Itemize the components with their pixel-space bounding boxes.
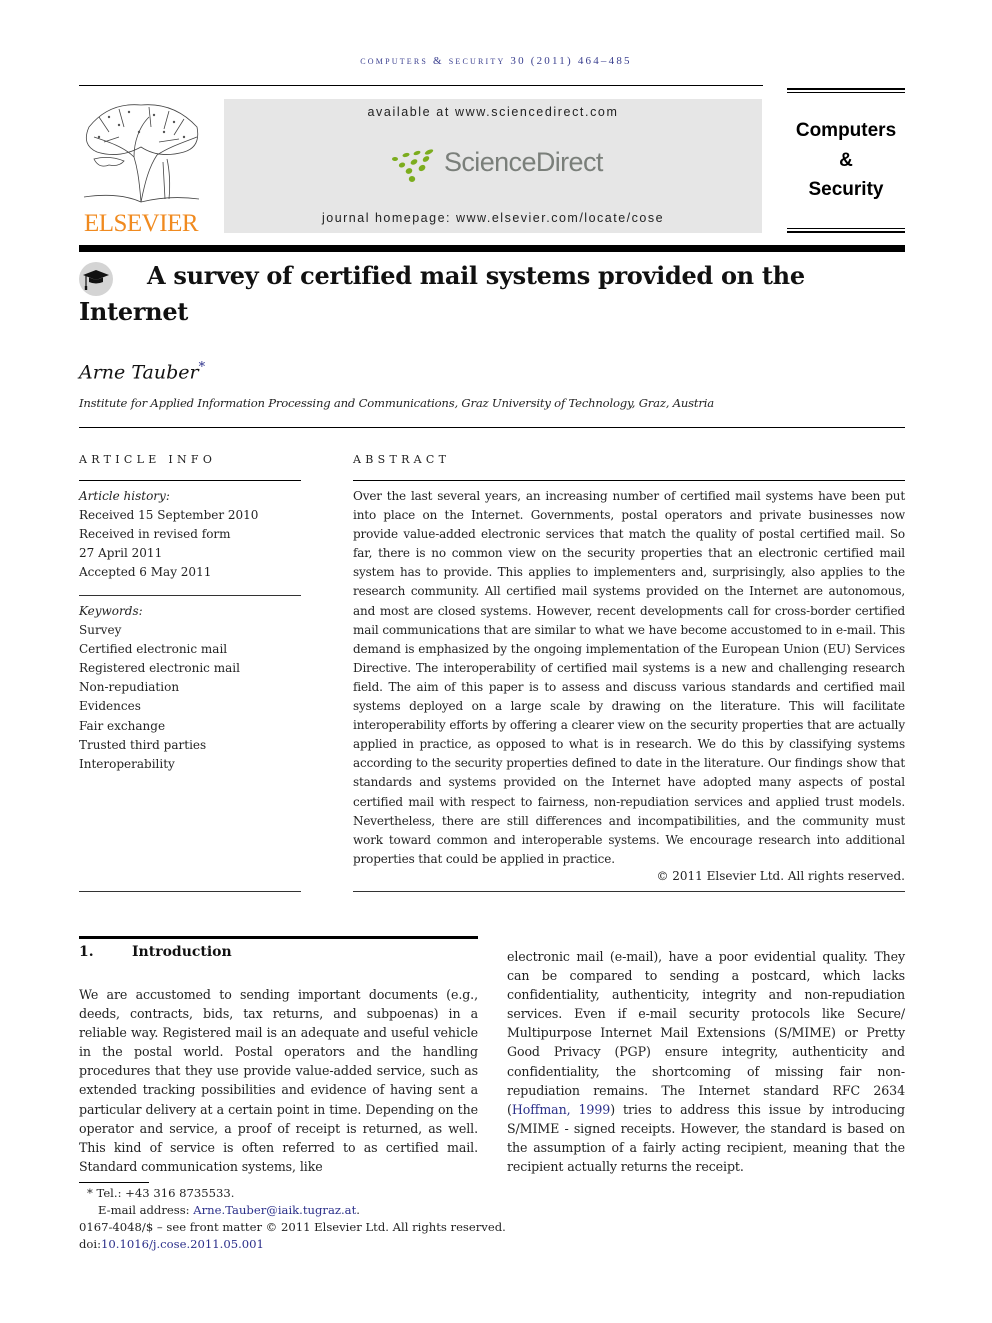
journal-name-line2: & [839, 149, 853, 171]
article-title: A survey of certified mail systems provi… [79, 258, 859, 330]
introduction-right-column: electronic mail (e-mail), have a poor ev… [507, 947, 905, 1176]
doi-label: doi: [79, 1237, 102, 1251]
keyword-item: Interoperability [79, 756, 175, 771]
article-history: Article history: Received 15 September 2… [79, 487, 301, 582]
journal-box-rule-top [787, 88, 905, 90]
article-info-heading: ARTICLE INFO [79, 453, 217, 466]
journal-box-rule-bottom [787, 231, 905, 233]
footnote-mark: * [87, 1186, 93, 1200]
sciencedirect-dots-icon [392, 149, 434, 182]
sciencedirect-logo[interactable]: ScienceDirect [390, 147, 610, 187]
introduction-left-column: We are accustomed to sending important d… [79, 987, 478, 1174]
footnotes: * Tel.: +43 316 8735533. E-mail address:… [79, 1185, 539, 1253]
sciencedirect-banner: available at www.sciencedirect.com Scien… [224, 99, 762, 233]
introduction-heading: 1. Introduction [79, 944, 232, 960]
affiliation: Institute for Applied Information Proces… [79, 396, 714, 410]
history-item: Received in revised form [79, 527, 231, 542]
journal-homepage-link[interactable]: journal homepage: www.elsevier.com/locat… [224, 211, 762, 225]
keyword-item: Certified electronic mail [79, 642, 228, 657]
introduction-rule [79, 936, 478, 939]
keywords-label: Keywords: [79, 604, 143, 618]
masthead-thick-rule [79, 245, 905, 252]
footnote-email: E-mail address: Arne.Tauber@iaik.tugraz.… [79, 1202, 539, 1219]
journal-box-rule-bottom-thin [787, 228, 905, 229]
footnote-rule [79, 1182, 149, 1183]
article-title-text: A survey of certified mail systems provi… [79, 261, 805, 326]
footnote-tel: * Tel.: +43 316 8735533. [79, 1185, 539, 1202]
abstract-text: Over the last several years, an increasi… [353, 489, 905, 866]
email-label: E-mail address: [98, 1203, 194, 1217]
keyword-item: Registered electronic mail [79, 661, 240, 676]
section-number: 1. [79, 944, 94, 960]
article-history-label: Article history: [79, 489, 170, 503]
paragraph-text: electronic mail (e-mail), have a poor ev… [507, 949, 905, 1117]
abstract-copyright: © 2011 Elsevier Ltd. All rights reserved… [656, 869, 905, 883]
article-info-rule [79, 480, 301, 481]
doi-link[interactable]: 10.1016/j.cose.2011.05.001 [101, 1237, 264, 1251]
keyword-item: Evidences [79, 699, 141, 714]
history-item: 27 April 2011 [79, 546, 163, 561]
keywords-rule [79, 595, 301, 596]
footnote-tel-text: Tel.: +43 316 8735533. [96, 1186, 235, 1200]
running-header: Computers & Security 30 (2011) 464–485 [360, 55, 632, 67]
elsevier-wordmark: ELSEVIER [83, 210, 199, 237]
doi-line: doi:10.1016/j.cose.2011.05.001 [79, 1236, 539, 1253]
keyword-item: Survey [79, 623, 122, 638]
keyword-item: Fair exchange [79, 718, 166, 733]
sciencedirect-wordmark: ScienceDirect [444, 147, 603, 177]
journal-name-line1: Computers [795, 120, 897, 141]
journal-name-line3: Security [808, 179, 884, 200]
email-link[interactable]: Arne.Tauber@iaik.tugraz.at [193, 1203, 356, 1217]
history-item: Accepted 6 May 2011 [79, 565, 212, 580]
article-info-bottom-rule [79, 891, 301, 892]
abstract-heading: ABSTRACT [353, 453, 451, 466]
citation-link[interactable]: Hoffman, 1999 [512, 1102, 610, 1117]
front-matter: 0167-4048/$ – see front matter © 2011 El… [79, 1220, 506, 1234]
affiliation-rule [79, 427, 905, 428]
keywords: Keywords: Survey Certified electronic ma… [79, 602, 301, 774]
abstract-rule [353, 480, 905, 481]
abstract-bottom-rule [353, 891, 905, 892]
header-top-rule [79, 85, 763, 86]
keyword-item: Trusted third parties [79, 737, 207, 752]
history-item: Received 15 September 2010 [79, 508, 259, 523]
author-footnote-mark[interactable]: * [199, 360, 206, 375]
available-at-link[interactable]: available at www.sciencedirect.com [224, 105, 762, 119]
author-name: Arne Tauber [79, 361, 199, 384]
section-title: Introduction [132, 944, 232, 960]
journal-name: Computers & Security [787, 116, 905, 205]
keyword-item: Non-repudiation [79, 680, 180, 695]
author: Arne Tauber* [79, 360, 205, 383]
journal-box-rule-top-thin [787, 92, 905, 93]
email-end: . [356, 1203, 360, 1217]
